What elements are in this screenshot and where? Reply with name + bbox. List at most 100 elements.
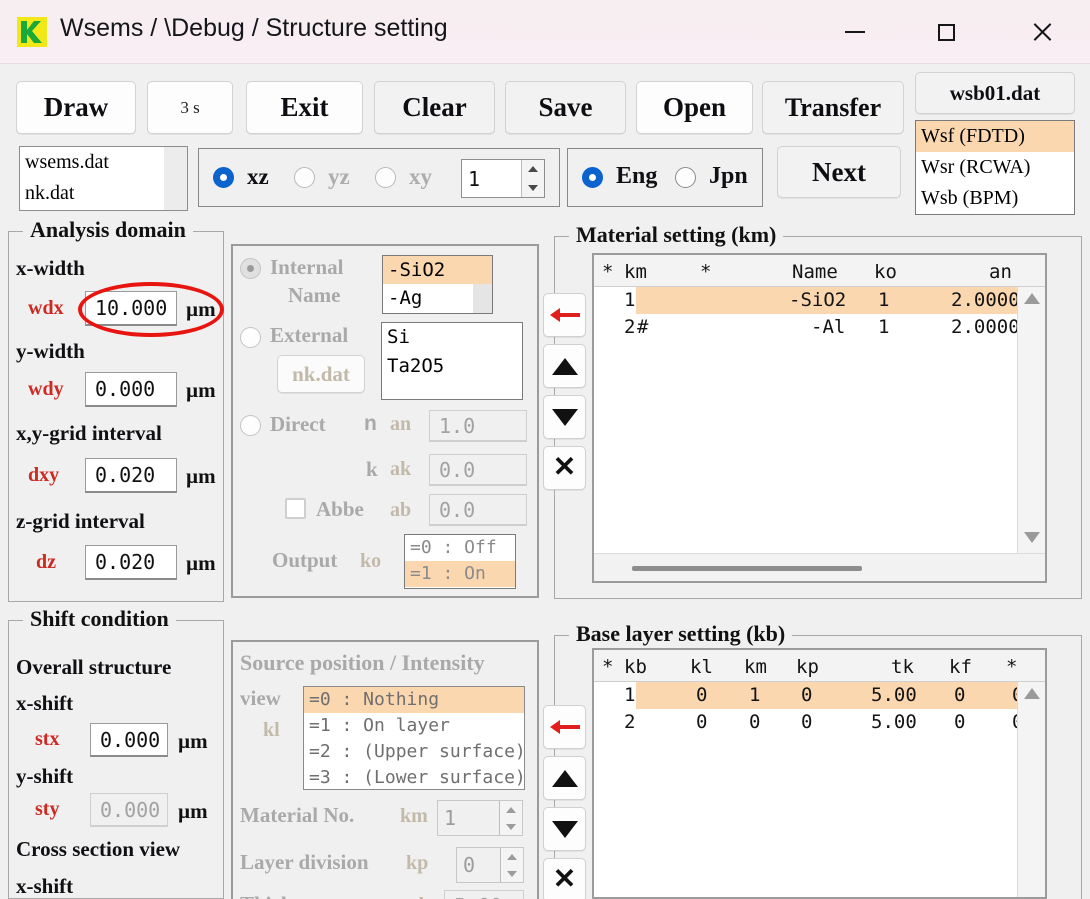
material-no-value[interactable]: 1 <box>438 801 499 835</box>
plane-index-spinner[interactable]: 1 <box>461 159 545 198</box>
ak-input[interactable]: 0.0 <box>429 454 527 486</box>
n-label: n <box>364 412 377 435</box>
scroll-thumb[interactable] <box>632 566 862 571</box>
layer-division-down[interactable] <box>501 865 523 882</box>
radio-eng[interactable] <box>582 167 603 188</box>
cell-km: 0 <box>749 711 761 733</box>
layer-division-arrows[interactable] <box>500 848 523 882</box>
scroll-up-icon[interactable] <box>1024 688 1040 699</box>
material-vertical-scrollbar[interactable] <box>1017 287 1045 553</box>
radio-jpn-label: Jpn <box>709 163 748 189</box>
material-no-down[interactable] <box>500 818 522 835</box>
k-label: k <box>366 457 378 481</box>
draw-button[interactable]: Draw <box>16 81 136 134</box>
direct-label: Direct <box>270 412 326 436</box>
material-back-button[interactable] <box>543 293 586 337</box>
internal-item-sio2[interactable]: -SiO2 <box>383 256 492 284</box>
clear-button[interactable]: Clear <box>374 81 495 134</box>
plane-index-down[interactable] <box>522 179 544 198</box>
material-no-spinner[interactable]: 1 <box>437 800 523 836</box>
minimize-button[interactable] <box>823 0 887 64</box>
abbe-label: Abbe <box>316 497 364 521</box>
radio-xz[interactable] <box>213 167 234 188</box>
external-listbox[interactable]: Si Ta2O5 <box>381 322 523 400</box>
file-item-nk[interactable]: nk.dat <box>20 178 187 209</box>
wdx-input[interactable]: 10.000 <box>85 291 177 326</box>
view-item-nothing[interactable]: =0 : Nothing <box>304 687 524 713</box>
cell-kp: 0 <box>801 711 813 733</box>
radio-direct[interactable] <box>240 415 261 436</box>
baselayer-back-button[interactable] <box>543 705 586 749</box>
save-button[interactable]: Save <box>505 81 626 134</box>
view-item-upper-surface[interactable]: =2 : (Upper surface) <box>304 739 524 765</box>
scroll-down-icon[interactable] <box>1024 532 1040 543</box>
solver-item-wsf[interactable]: Wsf (FDTD) <box>916 121 1074 152</box>
plane-index-up[interactable] <box>522 160 544 179</box>
output-listbox[interactable]: =0 : Off =1 : On <box>404 534 516 589</box>
material-no-up[interactable] <box>500 801 522 818</box>
table-row[interactable]: 1 -SiO2 1 2.0000 <box>624 287 1020 314</box>
ak-key: ak <box>390 458 412 480</box>
thickness-input[interactable]: 5.00 <box>444 890 524 899</box>
timer-button[interactable]: 3 s <box>147 81 233 134</box>
material-no-arrows[interactable] <box>499 801 522 835</box>
sty-input[interactable]: 0.000 <box>90 793 168 827</box>
open-button[interactable]: Open <box>636 81 753 134</box>
dz-input[interactable]: 0.020 <box>85 545 177 580</box>
table-row[interactable]: 1 0 1 0 5.00 0 0 <box>624 682 1023 709</box>
file-listbox[interactable]: wsems.dat nk.dat <box>19 146 188 211</box>
next-button[interactable]: Next <box>777 146 901 198</box>
solver-item-wsr[interactable]: Wsr (RCWA) <box>916 152 1074 183</box>
external-item-si[interactable]: Si <box>382 323 522 352</box>
view-listbox[interactable]: =0 : Nothing =1 : On layer =2 : (Upper s… <box>303 686 525 790</box>
file-item-wsems[interactable]: wsems.dat <box>20 147 187 178</box>
radio-xy[interactable] <box>375 167 396 188</box>
radio-internal[interactable] <box>240 258 261 279</box>
material-up-button[interactable] <box>543 344 586 388</box>
wdy-key: wdy <box>28 378 64 400</box>
plane-index-arrows[interactable] <box>521 160 544 197</box>
internal-item-ag[interactable]: -Ag <box>383 284 492 312</box>
solver-item-wsb[interactable]: Wsb (BPM) <box>916 183 1074 214</box>
material-table[interactable]: * km * Name ko an 1 -SiO2 1 2.0000 2 # -… <box>592 253 1047 583</box>
solver-listbox[interactable]: Wsf (FDTD) Wsr (RCWA) Wsb (BPM) <box>915 120 1075 215</box>
close-button[interactable] <box>1010 0 1074 64</box>
scroll-up-icon[interactable] <box>1024 293 1040 304</box>
plane-index-value[interactable]: 1 <box>462 160 521 197</box>
base-layer-table[interactable]: * kb kl km kp tk kf * 1 0 1 0 5.00 0 0 2… <box>592 648 1047 899</box>
tk-key: tk <box>412 894 430 899</box>
material-horizontal-scrollbar[interactable] <box>594 553 1045 581</box>
layer-division-up[interactable] <box>501 848 523 865</box>
ab-input[interactable]: 0.0 <box>429 494 527 526</box>
material-down-button[interactable] <box>543 395 586 439</box>
radio-jpn[interactable] <box>675 167 696 188</box>
output-item-off[interactable]: =0 : Off <box>405 535 515 561</box>
view-item-on-layer[interactable]: =1 : On layer <box>304 713 524 739</box>
base-layer-vertical-scrollbar[interactable] <box>1017 682 1045 897</box>
transfer-button[interactable]: Transfer <box>762 81 904 134</box>
radio-yz[interactable] <box>294 167 315 188</box>
wdy-input[interactable]: 0.000 <box>85 372 177 407</box>
view-item-lower-surface[interactable]: =3 : (Lower surface) <box>304 765 524 789</box>
stx-input[interactable]: 0.000 <box>90 723 168 757</box>
dat-file-button[interactable]: wsb01.dat <box>915 72 1075 114</box>
external-item-ta2o5[interactable]: Ta2O5 <box>382 352 522 381</box>
layer-division-value[interactable]: 0 <box>457 848 500 882</box>
layer-division-spinner[interactable]: 0 <box>456 847 524 883</box>
abbe-checkbox[interactable] <box>285 498 306 519</box>
table-row[interactable]: 2 # -Al 1 2.0000 <box>624 314 1020 341</box>
an-input[interactable]: 1.0 <box>429 410 527 442</box>
baselayer-up-button[interactable] <box>543 756 586 800</box>
dxy-input[interactable]: 0.020 <box>85 458 177 493</box>
baselayer-delete-button[interactable]: ✕ <box>543 858 586 899</box>
maximize-button[interactable] <box>914 0 978 64</box>
table-row[interactable]: 2 0 0 0 5.00 0 0 <box>624 709 1023 736</box>
output-item-on[interactable]: =1 : On <box>405 561 515 587</box>
external-file-button[interactable]: nk.dat <box>277 355 365 393</box>
radio-external[interactable] <box>240 327 261 348</box>
overall-structure-label: Overall structure <box>16 655 172 679</box>
baselayer-down-button[interactable] <box>543 807 586 851</box>
internal-name-listbox[interactable]: -SiO2 -Ag <box>382 255 493 314</box>
material-delete-button[interactable]: ✕ <box>543 446 586 490</box>
exit-button[interactable]: Exit <box>246 81 363 134</box>
